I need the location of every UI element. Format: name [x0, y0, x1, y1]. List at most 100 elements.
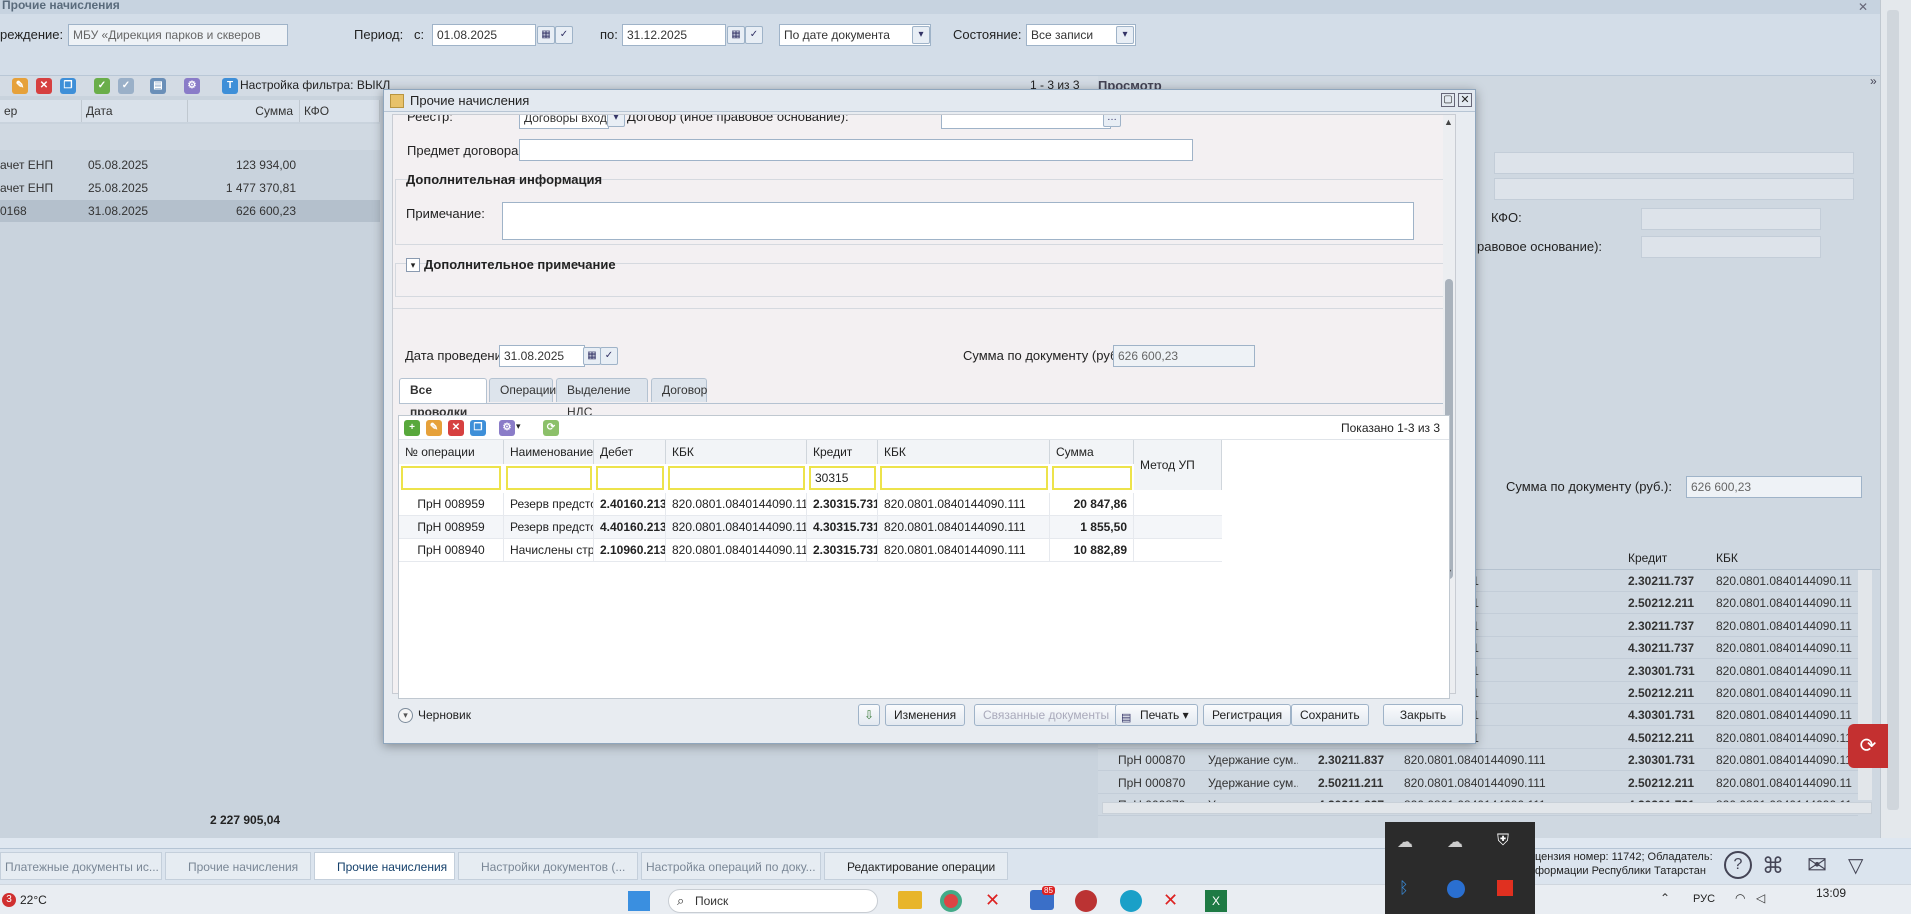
chevron-down-icon[interactable]: ▾ — [607, 115, 625, 127]
cloud-offline-icon[interactable]: ☁ — [1447, 832, 1463, 852]
table-row[interactable]: ачет ЕНП 05.08.2025 123 934,00 — [0, 154, 380, 176]
search-box[interactable]: ⌕ Поиск — [668, 889, 878, 913]
chevron-down-icon[interactable]: ▾ — [1116, 26, 1134, 44]
calendar-icon[interactable]: ▦ — [727, 26, 745, 44]
period-from-field[interactable]: 01.08.2025 — [432, 24, 536, 46]
changes-button[interactable]: Изменения — [885, 704, 966, 726]
tab-operations[interactable]: Операции — [489, 378, 556, 402]
extra-note-title[interactable]: Дополнительное примечание — [424, 257, 616, 272]
filter-kbk2-input[interactable] — [880, 466, 1048, 490]
filter-sum-input[interactable] — [1052, 466, 1132, 490]
column-header-method[interactable]: Метод УП — [1134, 440, 1222, 490]
edit-icon[interactable]: ✎ — [426, 420, 442, 436]
print-icon[interactable]: ▤ — [150, 78, 166, 94]
actions-icon[interactable]: ⚙ — [499, 420, 515, 436]
tab-contract[interactable]: Договор — [651, 378, 707, 402]
calendar-icon[interactable]: ▦ — [583, 347, 601, 365]
table-row[interactable]: ПрН 008940Начислены стр...2.10960.213820… — [399, 539, 1222, 562]
shield-icon[interactable]: ⛨ — [1497, 832, 1509, 850]
app-tray-icon[interactable] — [1497, 880, 1513, 896]
column-header-number[interactable]: ер — [0, 100, 82, 122]
subject-field[interactable] — [519, 139, 1193, 161]
table-row[interactable]: ПрН 008959Резерв предсто...4.40160.21382… — [399, 516, 1222, 539]
date-mode-select[interactable]: По дате документа — [779, 24, 931, 46]
yandex-icon[interactable]: ✕ — [985, 890, 1000, 911]
filter-kbk-input[interactable] — [668, 466, 805, 490]
filter-icon[interactable]: T — [222, 78, 238, 94]
copy-icon[interactable]: ❐ — [60, 78, 76, 94]
column-header-date[interactable]: Дата — [82, 100, 188, 122]
table-row[interactable]: ПрН 000870 Удержание сум... 2.50211.211 820… — [1098, 772, 1858, 794]
add-icon[interactable]: + — [404, 420, 420, 436]
delete-icon[interactable]: ✕ — [448, 420, 464, 436]
institution-field[interactable]: МБУ «Дирекция парков и скверов — [68, 24, 288, 46]
more-icon[interactable]: … — [1103, 115, 1121, 127]
scroll-up-icon[interactable]: ▲ — [1444, 117, 1453, 127]
column-header-operation[interactable]: № операции — [399, 440, 504, 464]
note-field[interactable] — [502, 202, 1414, 240]
excel-icon[interactable]: X — [1205, 890, 1227, 912]
language-indicator[interactable]: РУС — [1693, 893, 1715, 905]
help-icon[interactable]: ? — [1724, 851, 1752, 879]
scroll-thumb[interactable] — [1887, 10, 1899, 810]
explorer-icon[interactable] — [898, 891, 922, 909]
registry-select[interactable]: Договоры входящ — [519, 115, 609, 129]
table-row[interactable]: ачет ЕНП 25.08.2025 1 477 370,81 — [0, 177, 380, 199]
column-header-debit[interactable]: Дебет — [594, 440, 666, 464]
calendar-icon[interactable]: ▦ — [537, 26, 555, 44]
preview-hscroll[interactable] — [1102, 802, 1872, 814]
column-header-sum[interactable]: Сумма — [188, 100, 300, 122]
clock[interactable]: 13:09 — [1816, 886, 1846, 900]
chevron-down-icon[interactable]: ▾ — [516, 421, 521, 432]
close-icon[interactable]: ✕ — [1458, 93, 1472, 107]
column-header-name[interactable]: Наименование — [504, 440, 594, 464]
apptab-other-accruals-2[interactable]: Прочие начисления — [314, 852, 455, 880]
filter-setting-label[interactable]: Настройка фильтра: ВЫКЛ — [240, 78, 390, 92]
yandex-browser-icon[interactable]: ✕ — [1163, 890, 1178, 911]
apptab-doc-settings[interactable]: Настройки документов (... — [458, 852, 638, 880]
expand-toggle-icon[interactable]: ▾ — [406, 258, 420, 272]
column-header-kbk[interactable]: КБК — [666, 440, 807, 464]
actions-icon[interactable]: ⚙ — [184, 78, 200, 94]
side-app-icon[interactable]: ⟳ — [1848, 724, 1888, 768]
camera-icon[interactable]: ⌘ — [1762, 853, 1784, 879]
tab-vat[interactable]: Выделение НДС — [556, 378, 648, 419]
calendar-pick-icon[interactable]: ✓ — [600, 347, 618, 365]
linked-documents-button[interactable]: Связанные документы — [974, 704, 1119, 726]
main-vscroll[interactable]: » — [1880, 0, 1911, 838]
collapse-icon[interactable]: » — [1870, 74, 1877, 88]
table-row-selected[interactable]: 0168 31.08.2025 626 600,23 — [0, 200, 380, 222]
close-button[interactable]: Закрыть — [1383, 704, 1463, 726]
apptab-operation-settings[interactable]: Настройка операций по доку... — [641, 852, 821, 880]
tray-expand-icon[interactable]: ⌃ — [1660, 891, 1670, 905]
edit-icon[interactable]: ✎ — [12, 78, 28, 94]
contract-field[interactable] — [941, 115, 1111, 129]
mail-icon[interactable]: ✉ — [1807, 851, 1827, 880]
app-icon[interactable] — [1075, 890, 1097, 912]
column-header-kfo[interactable]: КФО — [300, 100, 380, 122]
column-header-kbk[interactable]: КБК — [878, 440, 1050, 464]
refresh-icon[interactable]: ⟳ — [543, 420, 559, 436]
apptab-payment-docs[interactable]: Платежные документы ис... — [0, 852, 162, 880]
filter-credit-input[interactable]: 30315 — [809, 466, 876, 490]
volume-icon[interactable]: ◁ — [1756, 891, 1765, 905]
filter-name-input[interactable] — [506, 466, 592, 490]
edge-icon[interactable] — [1120, 890, 1142, 912]
collapse-down-icon[interactable]: ▽ — [1848, 853, 1863, 878]
window-close-icon[interactable]: ✕ — [1858, 0, 1868, 14]
apptab-other-accruals-1[interactable]: Прочие начисления — [165, 852, 311, 880]
filter-operation-input[interactable] — [401, 466, 501, 490]
attach-button[interactable]: ⇩ — [858, 704, 880, 726]
column-header-credit[interactable]: Кредит — [807, 440, 878, 464]
posting-date-field[interactable]: 31.08.2025 — [499, 345, 585, 367]
copy-icon[interactable]: ❐ — [470, 420, 486, 436]
mail-badge-icon[interactable]: 85 — [1030, 886, 1055, 910]
network-icon[interactable] — [1447, 880, 1465, 898]
chevron-down-icon[interactable]: ▾ — [912, 26, 930, 44]
cloud-offline-icon[interactable]: ☁ — [1397, 832, 1413, 852]
period-to-field[interactable]: 31.12.2025 — [622, 24, 726, 46]
tab-all-postings[interactable]: Все проводки — [399, 378, 487, 419]
register-button[interactable]: Регистрация — [1203, 704, 1292, 726]
save-button[interactable]: Сохранить — [1291, 704, 1369, 726]
column-header-sum[interactable]: Сумма — [1050, 440, 1134, 464]
